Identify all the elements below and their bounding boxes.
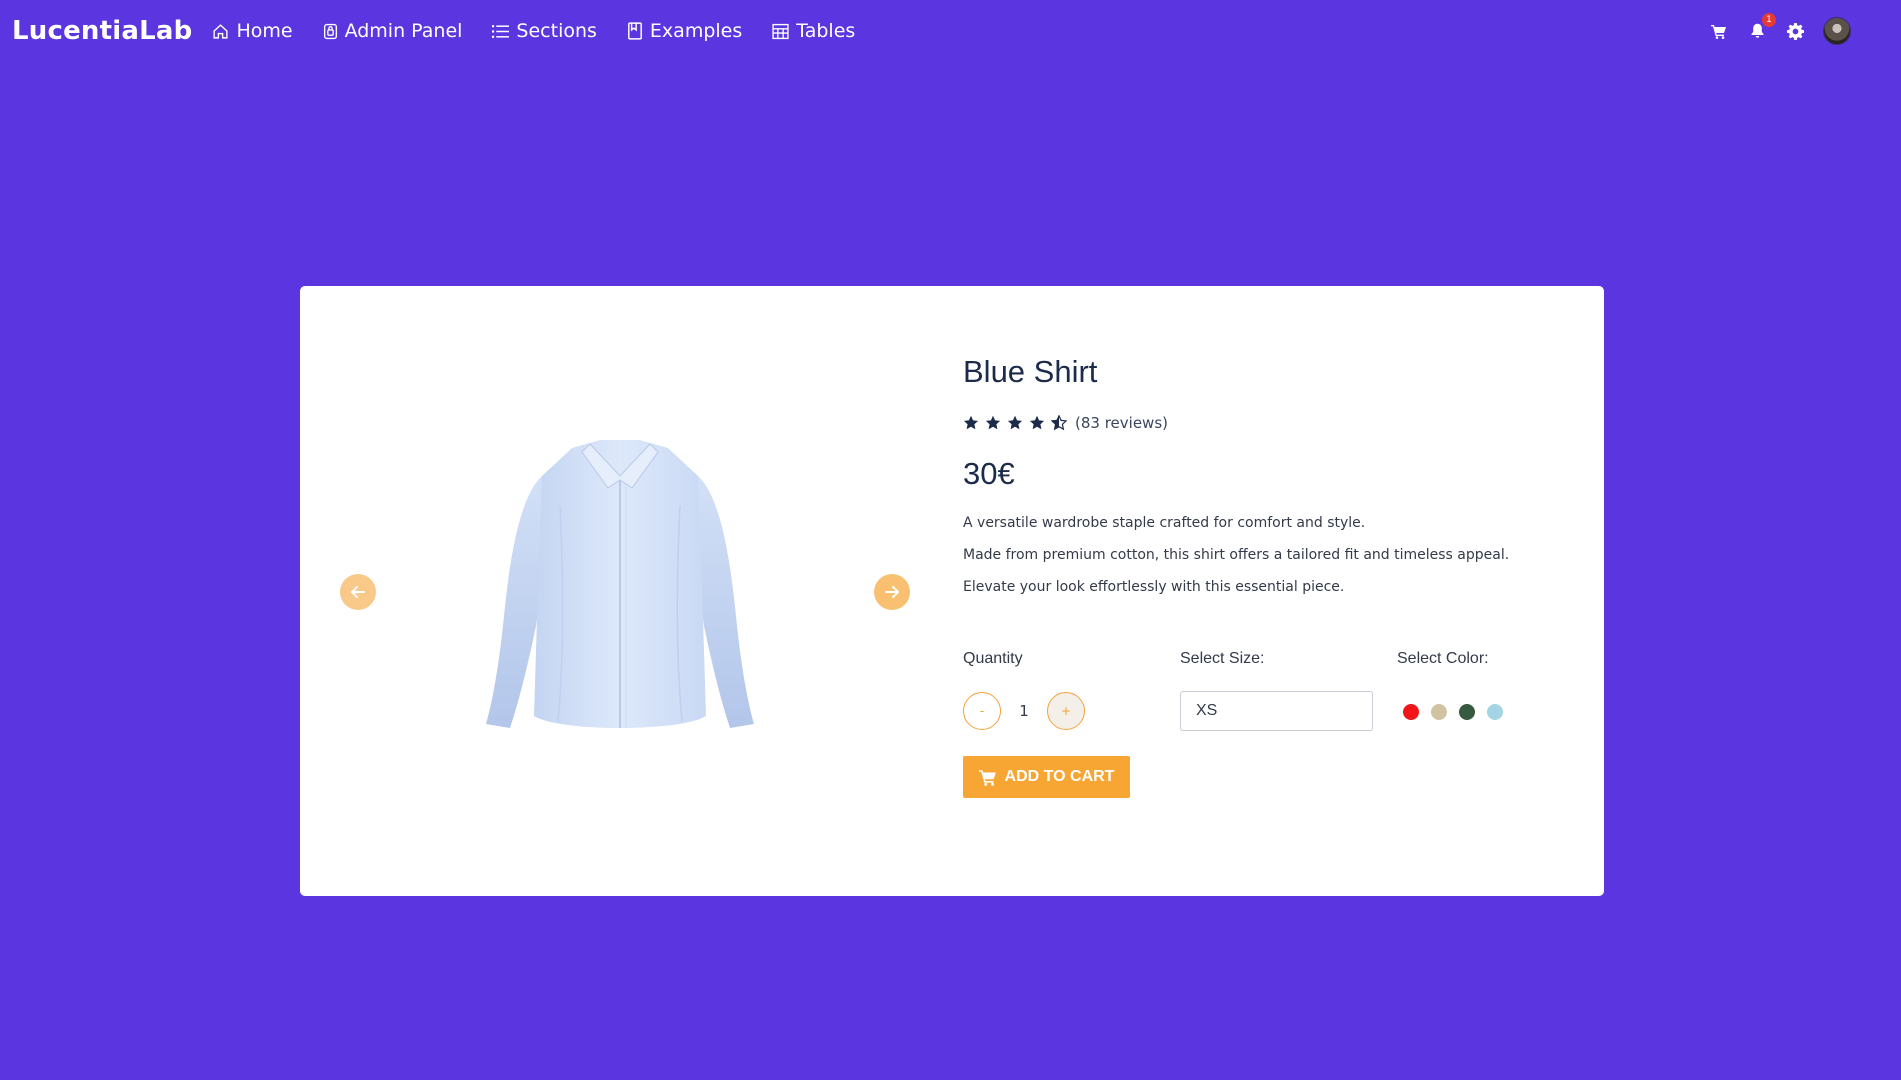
nav-link-sections[interactable]: Sections [492,20,597,42]
quantity-decrease-button[interactable]: - [963,692,1001,730]
navbar-actions: 1 [1691,0,1851,62]
nav-link-label: Admin Panel [344,20,463,42]
color-swatch-green[interactable] [1459,704,1475,720]
description-line: Made from premium cotton, this shirt off… [963,547,1510,563]
arrow-left-icon [351,586,365,598]
color-label: Select Color: [1397,650,1489,667]
product-rating: (83 reviews) [963,414,1168,432]
settings-button[interactable] [1785,21,1805,41]
product-image [486,440,754,728]
half-star-icon [1051,415,1067,431]
product-price: 30€ [963,456,1015,491]
nav-link-label: Examples [649,20,743,42]
add-to-cart-label: ADD TO CART [1004,768,1115,785]
table-icon [772,23,789,39]
add-to-cart-button[interactable]: ADD TO CART [963,756,1130,798]
product-title: Blue Shirt [963,354,1098,389]
star-icon [985,415,1001,430]
quantity-increase-button[interactable]: + [1047,692,1085,730]
star-icon [1029,415,1045,430]
notification-badge: 1 [1762,13,1776,27]
cart-icon [1711,24,1726,39]
description-line: A versatile wardrobe staple crafted for … [963,515,1366,531]
star-icon [1007,415,1023,430]
brand-logo[interactable]: LucentiaLab [12,16,192,46]
home-icon [213,23,229,39]
quantity-value: 1 [1019,702,1029,720]
cart-icon [978,769,996,786]
product-description: A versatile wardrobe staple crafted for … [963,514,1563,610]
nav-link-examples[interactable]: Examples [627,20,742,42]
carousel-prev-button[interactable] [340,574,376,610]
nav-link-home[interactable]: Home [212,20,293,42]
size-select[interactable]: XS [1180,691,1373,731]
review-count[interactable]: (83 reviews) [1075,414,1168,432]
nav-link-label: Tables [796,20,856,42]
nav-link-tables[interactable]: Tables [772,20,855,42]
nav-link-admin-panel[interactable]: Admin Panel [323,20,463,42]
size-label: Select Size: [1180,650,1265,667]
user-avatar[interactable] [1823,17,1851,45]
list-icon [492,24,510,38]
quantity-stepper: - 1 + [963,692,1085,730]
size-select-value: XS [1196,702,1218,719]
color-swatch-light-blue[interactable] [1487,704,1503,720]
nav-link-label: Home [236,20,293,42]
star-icon [963,415,979,430]
notebook-icon [628,22,642,40]
gear-icon [1786,22,1804,40]
carousel-next-button[interactable] [874,574,910,610]
lock-icon [323,23,337,39]
cart-nav-button[interactable] [1709,21,1729,41]
nav-link-label: Sections [516,20,597,42]
notifications-button[interactable]: 1 [1747,13,1776,41]
color-swatch-red[interactable] [1403,704,1419,720]
product-image-carousel [300,286,940,896]
product-card: Blue Shirt (83 reviews) 30€ A versatile … [300,286,1604,896]
quantity-label: Quantity [963,650,1023,667]
arrow-right-icon [885,586,899,598]
description-line: Elevate your look effortlessly with this… [963,579,1345,595]
top-navbar: LucentiaLab Home Admin Panel Sections Ex… [0,0,1901,62]
color-options [1403,704,1515,720]
bell-icon [1751,23,1763,38]
color-swatch-beige[interactable] [1431,704,1447,720]
